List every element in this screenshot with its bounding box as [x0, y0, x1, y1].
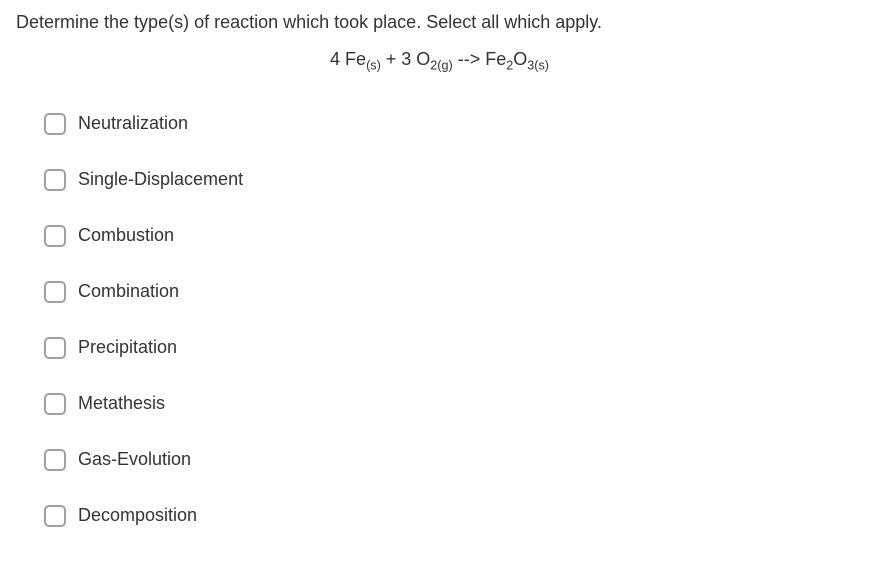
equation-text: + 3 O [381, 49, 431, 69]
option-label: Combination [78, 281, 179, 302]
checkbox-single-displacement[interactable] [44, 169, 66, 191]
option-metathesis: Metathesis [44, 393, 863, 415]
option-label: Decomposition [78, 505, 197, 526]
equation-text: --> Fe [453, 49, 507, 69]
option-label: Neutralization [78, 113, 188, 134]
chemical-equation: 4 Fe(s) + 3 O2(g) --> Fe2O3(s) [16, 49, 863, 73]
equation-text: O [513, 49, 527, 69]
checkbox-combustion[interactable] [44, 225, 66, 247]
checkbox-metathesis[interactable] [44, 393, 66, 415]
option-combination: Combination [44, 281, 863, 303]
option-precipitation: Precipitation [44, 337, 863, 359]
question-prompt: Determine the type(s) of reaction which … [16, 12, 863, 33]
equation-text: 4 Fe [330, 49, 366, 69]
checkbox-decomposition[interactable] [44, 505, 66, 527]
option-gas-evolution: Gas-Evolution [44, 449, 863, 471]
option-single-displacement: Single-Displacement [44, 169, 863, 191]
option-neutralization: Neutralization [44, 113, 863, 135]
option-label: Precipitation [78, 337, 177, 358]
option-label: Gas-Evolution [78, 449, 191, 470]
equation-subscript: 3(s) [527, 59, 549, 73]
option-label: Combustion [78, 225, 174, 246]
option-label: Single-Displacement [78, 169, 243, 190]
option-label: Metathesis [78, 393, 165, 414]
option-decomposition: Decomposition [44, 505, 863, 527]
equation-subscript: 2(g) [430, 59, 452, 73]
options-list: Neutralization Single-Displacement Combu… [16, 113, 863, 527]
equation-subscript: (s) [366, 59, 381, 73]
checkbox-gas-evolution[interactable] [44, 449, 66, 471]
checkbox-combination[interactable] [44, 281, 66, 303]
checkbox-precipitation[interactable] [44, 337, 66, 359]
option-combustion: Combustion [44, 225, 863, 247]
checkbox-neutralization[interactable] [44, 113, 66, 135]
